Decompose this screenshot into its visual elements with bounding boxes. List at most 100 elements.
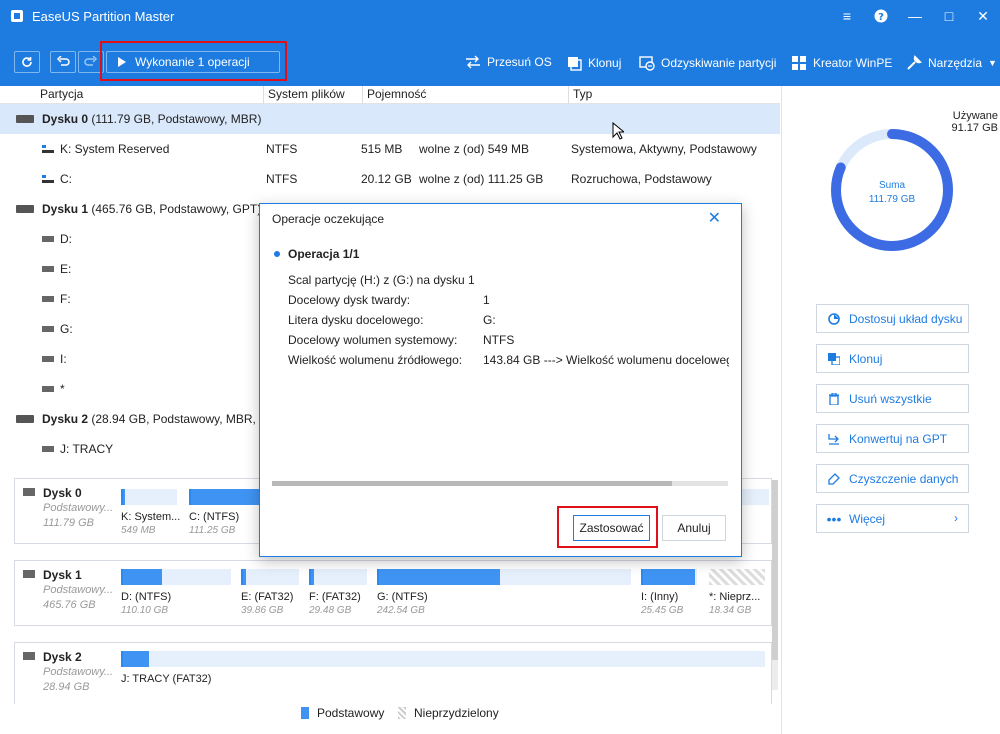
field-value-target-fs: NTFS [483, 333, 515, 347]
diskmap-name: Dysk 0 [43, 486, 82, 500]
maximize-icon[interactable]: □ [932, 0, 966, 32]
clone-toolbar-button[interactable]: Klonuj [566, 55, 621, 71]
partition-row-k[interactable]: K: System Reserved NTFS 515 MB wolne z (… [0, 134, 780, 164]
partition-table-header: Partycja System plików Pojemność Typ [0, 86, 780, 104]
segment-i[interactable]: I: (Inny) 25.45 GB [641, 569, 697, 616]
operation-description: Scal partycję (H:) z (G:) na dysku 1 [288, 273, 475, 287]
segment-label: D: (NTFS) [121, 591, 172, 603]
segment-unallocated[interactable]: *: Nieprz... 18.34 GB [709, 569, 765, 616]
header-partition[interactable]: Partycja [40, 87, 83, 101]
segment-size: 18.34 GB [709, 605, 752, 616]
action-label: Więcej [849, 511, 886, 526]
wipe-data-button[interactable]: Czyszczenie danych [816, 464, 969, 493]
segment-size: 242.54 GB [377, 605, 425, 616]
partition-fs: NTFS [266, 142, 298, 156]
used-label: Używane [952, 110, 998, 122]
partition-icon [42, 356, 54, 362]
field-label-source-size: Wielkość wolumenu źródłowego: [288, 353, 463, 367]
cancel-button[interactable]: Anuluj [662, 515, 726, 541]
header-type[interactable]: Typ [573, 87, 592, 101]
tools-menu-button[interactable]: Narzędzia ▼ [906, 55, 997, 71]
dialog-horizontal-scrollbar[interactable] [272, 481, 728, 486]
partition-used: 515 MB [361, 142, 403, 156]
segment-label: I: (Inny) [641, 591, 679, 603]
header-capacity[interactable]: Pojemność [367, 87, 426, 101]
field-label-target-letter: Litera dysku docelowego: [288, 313, 424, 327]
winpe-label: Kreator WinPE [813, 56, 893, 70]
disk-0-name: Dysku 0 [42, 112, 89, 126]
diskmap-size: 465.76 GB [43, 599, 96, 611]
partition-icon [42, 236, 54, 242]
chevron-right-icon: › [954, 511, 958, 525]
action-label: Czyszczenie danych [849, 471, 959, 486]
convert-icon [827, 433, 841, 445]
operation-bullet [274, 251, 280, 257]
segment-label: K: System... [121, 511, 181, 523]
clone-button[interactable]: Klonuj [816, 344, 969, 373]
partition-name: F: [60, 292, 71, 306]
partition-name: K: System Reserved [60, 142, 170, 156]
disk-usage-donut: Suma 111.79 GB [831, 129, 953, 251]
segment-size: 549 MB [121, 525, 156, 536]
hard-disk-icon [16, 115, 34, 123]
partition-icon [42, 266, 54, 272]
pending-operations-dialog: Operacje oczekujące ✕ Operacja 1/1 Scal … [259, 203, 742, 557]
disk-0-info: (111.79 GB, Podstawowy, MBR) [91, 112, 262, 126]
close-icon[interactable]: ✕ [708, 208, 721, 228]
wipe-icon [827, 472, 841, 485]
undo-button[interactable] [50, 51, 76, 73]
minimize-icon[interactable]: — [898, 0, 932, 32]
segment-label: G: (NTFS) [377, 591, 428, 603]
recovery-icon [639, 55, 655, 71]
diskmap-disk-1[interactable]: Dysk 1 Podstawowy... 465.76 GB D: (NTFS)… [14, 560, 772, 626]
segment-e[interactable]: E: (FAT32) 39.86 GB [241, 569, 299, 616]
segment-f[interactable]: F: (FAT32) 29.48 GB [309, 569, 367, 616]
segment-k[interactable]: K: System... 549 MB [121, 489, 181, 536]
action-label: Usuń wszystkie [849, 391, 932, 406]
partition-icon [42, 175, 54, 183]
segment-size: 25.45 GB [641, 605, 684, 616]
disk-row-0[interactable]: Dysku 0 (111.79 GB, Podstawowy, MBR) [0, 104, 780, 134]
partition-type: Rozruchowa, Podstawowy [571, 172, 712, 186]
field-value-target-disk: 1 [483, 293, 490, 307]
partition-recovery-button[interactable]: Odzyskiwanie partycji [639, 55, 776, 71]
move-os-icon [465, 55, 481, 69]
convert-gpt-button[interactable]: Konwertuj na GPT [816, 424, 969, 453]
diskmap-disk-2[interactable]: Dysk 2 Podstawowy... 28.94 GB J: TRACY (… [14, 642, 772, 704]
delete-all-button[interactable]: Usuń wszystkie [816, 384, 969, 413]
header-filesystem[interactable]: System plików [268, 87, 345, 101]
close-icon[interactable]: ✕ [966, 0, 1000, 32]
clone-label: Klonuj [588, 56, 622, 70]
legend-unallocated: Nieprzydzielony [398, 706, 499, 720]
legend-swatch [398, 707, 406, 719]
partition-free: wolne z (od) 549 MB [419, 142, 530, 156]
diskmap-scrollbar[interactable] [772, 480, 778, 690]
segment-size: 110.10 GB [121, 605, 169, 616]
migrate-os-button[interactable]: Przesuń OS [465, 55, 552, 69]
resize-layout-button[interactable]: Dostosuj układ dysku [816, 304, 969, 333]
legend-unallocated-label: Nieprzydzielony [414, 706, 499, 720]
more-button[interactable]: ••• Więcej › [816, 504, 969, 533]
refresh-button[interactable] [14, 51, 40, 73]
help-icon[interactable]: ? [864, 0, 898, 32]
hard-disk-icon [23, 488, 35, 496]
partition-icon [42, 296, 54, 302]
segment-g[interactable]: G: (NTFS) 242.54 GB [377, 569, 631, 616]
partition-row-c[interactable]: C: NTFS 20.12 GB wolne z (od) 111.25 GB … [0, 164, 780, 194]
partition-icon [42, 386, 54, 392]
undo-icon [56, 56, 70, 66]
menu-icon[interactable]: ≡ [830, 0, 864, 32]
total-value: 111.79 GB [869, 194, 916, 205]
diskmap-type: Podstawowy... [43, 502, 114, 514]
field-value-source-size: 143.84 GB ---> Wielkość wolumenu docelow… [483, 353, 729, 367]
partition-name: J: TRACY [60, 442, 114, 456]
app-title: EaseUS Partition Master [32, 8, 175, 24]
segment-d[interactable]: D: (NTFS) 110.10 GB [121, 569, 231, 616]
partition-type: Systemowa, Aktywny, Podstawowy [571, 142, 757, 156]
clone-icon [566, 55, 582, 71]
disk-1-name: Dysku 1 [42, 202, 89, 216]
legend-swatch [301, 707, 309, 719]
segment-j[interactable]: J: TRACY (FAT32) [121, 651, 765, 685]
tools-icon [906, 55, 922, 71]
winpe-creator-button[interactable]: Kreator WinPE [791, 55, 892, 71]
